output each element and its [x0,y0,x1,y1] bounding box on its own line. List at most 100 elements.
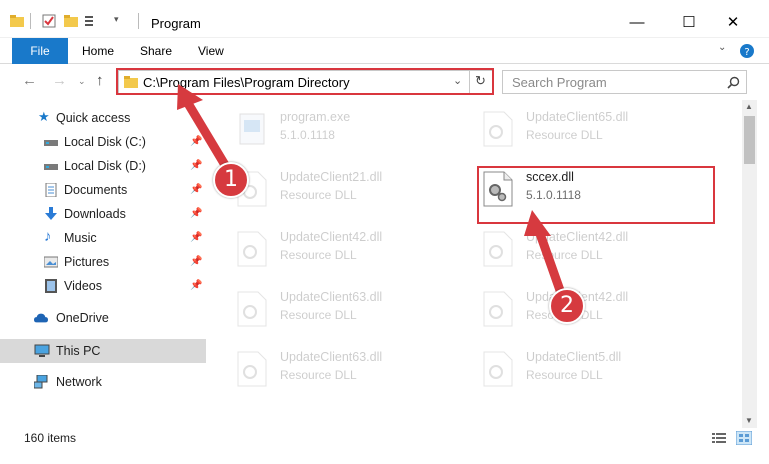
dll-icon [483,291,513,327]
status-bar: 160 items [0,428,769,448]
sidebar-item-label: Local Disk (D:) [64,159,146,173]
pictures-icon [44,256,58,268]
sidebar-item-label: OneDrive [56,311,109,325]
file-description: Resource DLL [526,248,603,262]
dll-icon [237,291,267,327]
file-description: Resource DLL [280,308,357,322]
sidebar-item-label: Network [56,375,102,389]
vertical-scrollbar[interactable]: ▲ ▼ [742,100,757,428]
search-icon[interactable] [727,76,740,89]
sidebar-item-network[interactable]: Network [0,370,206,394]
file-name: UpdateClient63.dll [280,290,383,304]
file-version: 5.1.0.1118 [280,128,335,142]
help-icon[interactable]: ? [740,44,754,58]
file-name: UpdateClient42.dll [526,230,629,244]
file-name: UpdateClient63.dll [280,350,383,364]
sidebar-item-label: Local Disk (C:) [64,135,146,149]
pin-icon[interactable]: 📌 [190,184,202,195]
tab-file[interactable]: File [12,38,68,64]
file-name: program.exe [280,110,351,124]
exe-icon [239,113,265,145]
scroll-down-icon[interactable]: ▼ [745,416,753,425]
dll-icon [483,231,513,267]
forward-arrow-icon[interactable]: → [52,72,67,89]
file-description: Resource DLL [280,368,357,382]
expand-ribbon-icon[interactable]: ⌄ [718,42,726,53]
computer-icon [34,344,50,357]
search-box[interactable]: Search Program [502,70,747,94]
sidebar-item-label: Documents [64,183,128,197]
scroll-up-icon[interactable]: ▲ [745,102,753,111]
title-bar: ▾ Program — ☐ ✕ [0,0,769,38]
tab-home[interactable]: Home [82,38,114,64]
file-item[interactable]: UpdateClient42.dll Resource DLL [476,284,716,332]
dll-icon [483,351,513,387]
sidebar-item-documents[interactable]: Documents 📌 [0,178,206,202]
file-description: Resource DLL [280,188,357,202]
sidebar-item-downloads[interactable]: Downloads 📌 [0,202,206,226]
drive-icon [44,140,58,146]
pin-icon[interactable]: 📌 [190,136,202,147]
tab-view[interactable]: View [198,38,224,64]
sidebar-item-local-disk-c[interactable]: Local Disk (C:) 📌 [0,130,206,154]
file-description: Resource DLL [526,128,603,142]
file-description: Resource DLL [280,248,357,262]
up-arrow-icon[interactable]: ↑ [96,72,104,89]
sidebar-item-pictures[interactable]: Pictures 📌 [0,250,206,274]
dll-icon [483,111,513,147]
search-input[interactable]: Search Program [512,75,607,90]
scroll-thumb[interactable] [744,116,755,164]
cloud-icon [34,313,48,323]
file-item[interactable]: UpdateClient63.dll Resource DLL [230,344,470,392]
customize-toolbar-icon[interactable] [84,14,98,28]
address-highlight-box [116,68,494,95]
window-title: Program [151,16,201,31]
file-item[interactable]: UpdateClient65.dll Resource DLL [476,104,716,152]
file-item[interactable]: program.exe 5.1.0.1118 [230,104,470,152]
downloads-icon [45,207,57,220]
file-item[interactable]: UpdateClient42.dll Resource DLL [230,224,470,272]
chevron-down-icon[interactable]: ▾ [114,14,119,25]
pin-icon[interactable]: 📌 [190,232,202,243]
folder-icon[interactable] [10,14,24,28]
pin-icon[interactable]: 📌 [190,280,202,291]
sidebar-item-this-pc[interactable]: This PC [0,339,206,363]
sidebar-item-videos[interactable]: Videos 📌 [0,274,206,298]
close-button[interactable]: ✕ [718,10,748,36]
documents-icon [45,183,57,197]
sidebar-item-quick-access[interactable]: ★ Quick access [0,106,206,130]
step-badge-2: 2 [549,288,585,324]
svg-text:?: ? [744,47,749,58]
minimize-button[interactable]: — [622,10,652,36]
pin-icon[interactable]: 📌 [190,256,202,267]
sidebar-item-label: This PC [56,344,101,358]
sidebar-item-label: Music [64,231,97,245]
music-icon: ♪ [44,228,52,245]
new-folder-icon[interactable] [64,14,78,28]
back-arrow-icon[interactable]: ← [22,72,37,89]
file-name: UpdateClient21.dll [280,170,383,184]
separator [138,13,139,29]
tab-share[interactable]: Share [140,38,172,64]
pin-icon[interactable]: 📌 [190,160,202,171]
pin-icon[interactable]: 📌 [190,208,202,219]
ribbon-tabs: File Home Share View ⌄ ? [0,38,769,64]
sidebar-item-music[interactable]: ♪ Music 📌 [0,226,206,250]
videos-icon [45,279,57,293]
file-description: Resource DLL [526,368,603,382]
maximize-button[interactable]: ☐ [674,10,704,36]
navigation-pane: ★ Quick access Local Disk (C:) 📌 Local D… [0,100,207,420]
file-list: program.exe 5.1.0.1118 UpdateClient65.dl… [208,100,742,420]
recent-locations-icon[interactable]: ⌄ [78,76,86,87]
file-item[interactable]: UpdateClient21.dll Resource DLL [230,164,470,212]
dll-icon [237,351,267,387]
file-item[interactable]: UpdateClient5.dll Resource DLL [476,344,716,392]
properties-icon[interactable] [42,14,56,28]
details-view-icon[interactable] [712,432,726,444]
file-item[interactable]: UpdateClient63.dll Resource DLL [230,284,470,332]
sidebar-item-onedrive[interactable]: OneDrive [0,306,206,330]
star-icon: ★ [38,109,50,124]
sidebar-item-local-disk-d[interactable]: Local Disk (D:) 📌 [0,154,206,178]
file-item[interactable]: UpdateClient42.dll Resource DLL [476,224,716,272]
tiles-view-icon[interactable] [736,431,752,445]
